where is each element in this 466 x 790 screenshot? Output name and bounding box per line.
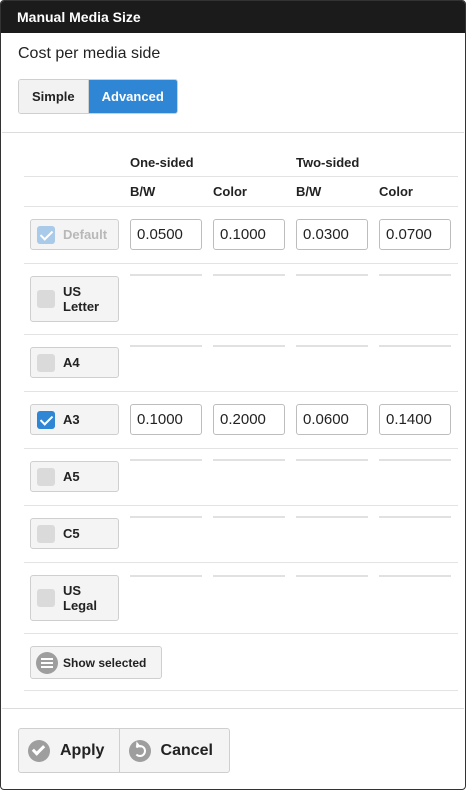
empty-cost-field — [130, 459, 202, 461]
empty-cost-field — [379, 274, 451, 276]
cost-table: One-sided Two-sided B/W Color B/W Color … — [2, 133, 464, 708]
checkbox-icon — [37, 524, 55, 543]
empty-cost-field — [213, 575, 285, 577]
default-two-sided-color-input[interactable] — [379, 219, 451, 250]
media-toggle-a5[interactable]: A5 — [30, 461, 119, 492]
cancel-label: Cancel — [160, 741, 213, 759]
empty-cost-field — [296, 345, 368, 347]
checkbox-icon — [37, 467, 55, 486]
advanced-mode-button[interactable]: Advanced — [88, 80, 177, 113]
mode-toggle: Simple Advanced — [18, 79, 178, 114]
media-label: Default — [63, 227, 108, 242]
checkbox-icon — [37, 353, 55, 372]
media-label: US Legal — [63, 583, 97, 613]
row-divider — [24, 562, 458, 563]
empty-cost-field — [213, 459, 285, 461]
checkbox-checked-icon — [37, 225, 55, 244]
row-divider — [24, 391, 458, 392]
simple-mode-button[interactable]: Simple — [19, 80, 89, 113]
media-label: C5 — [63, 526, 80, 541]
check-circle-icon — [28, 739, 50, 762]
empty-cost-field — [296, 575, 368, 577]
media-label: A3 — [63, 412, 80, 427]
show-selected-label: Show selected — [63, 655, 147, 670]
empty-cost-field — [213, 274, 285, 276]
dialog-actions: Apply Cancel — [18, 728, 230, 773]
empty-cost-field — [379, 345, 451, 347]
checkbox-icon — [37, 290, 55, 308]
header-one-sided-bw: B/W — [130, 184, 156, 199]
header-one-sided: One-sided — [130, 155, 194, 170]
default-two-sided-bw-input[interactable] — [296, 219, 368, 250]
apply-label: Apply — [60, 741, 105, 759]
row-divider — [24, 690, 458, 691]
row-divider — [24, 334, 458, 335]
a3-one-sided-color-input[interactable] — [213, 404, 285, 435]
dialog-title: Manual Media Size — [1, 1, 465, 33]
empty-cost-field — [130, 516, 202, 518]
empty-cost-field — [379, 575, 451, 577]
empty-cost-field — [213, 345, 285, 347]
row-divider — [24, 505, 458, 506]
empty-cost-field — [130, 575, 202, 577]
a3-two-sided-bw-input[interactable] — [296, 404, 368, 435]
row-divider — [24, 176, 458, 177]
header-two-sided: Two-sided — [296, 155, 360, 170]
manual-media-size-dialog: Manual Media Size Cost per media side Si… — [0, 0, 466, 790]
row-divider — [24, 206, 458, 207]
media-label: A4 — [63, 355, 80, 370]
empty-cost-field — [296, 459, 368, 461]
media-toggle-default: Default — [30, 219, 119, 250]
divider — [2, 708, 464, 709]
empty-cost-field — [296, 516, 368, 518]
list-icon — [36, 651, 58, 674]
row-divider — [24, 448, 458, 449]
header-two-sided-color: Color — [379, 184, 413, 199]
a3-two-sided-color-input[interactable] — [379, 404, 451, 435]
empty-cost-field — [379, 459, 451, 461]
media-toggle-a4[interactable]: A4 — [30, 347, 119, 378]
checkbox-icon — [37, 589, 55, 607]
media-toggle-a3[interactable]: A3 — [30, 404, 119, 435]
row-divider — [24, 633, 458, 634]
header-one-sided-color: Color — [213, 184, 247, 199]
media-toggle-c5[interactable]: C5 — [30, 518, 119, 549]
media-toggle-us-letter[interactable]: US Letter — [30, 276, 119, 322]
checkbox-checked-icon — [37, 410, 55, 429]
header-two-sided-bw: B/W — [296, 184, 322, 199]
a3-one-sided-bw-input[interactable] — [130, 404, 202, 435]
default-one-sided-color-input[interactable] — [213, 219, 285, 250]
empty-cost-field — [296, 274, 368, 276]
section-subtitle: Cost per media side — [18, 45, 161, 62]
empty-cost-field — [379, 516, 451, 518]
empty-cost-field — [130, 274, 202, 276]
show-selected-button[interactable]: Show selected — [30, 646, 162, 679]
undo-icon — [128, 739, 151, 762]
default-one-sided-bw-input[interactable] — [130, 219, 202, 250]
media-label: US Letter — [63, 284, 100, 314]
empty-cost-field — [213, 516, 285, 518]
media-toggle-us-legal[interactable]: US Legal — [30, 575, 119, 621]
apply-button[interactable]: Apply — [19, 729, 120, 772]
empty-cost-field — [130, 345, 202, 347]
cancel-button[interactable]: Cancel — [120, 729, 229, 772]
row-divider — [24, 263, 458, 264]
media-label: A5 — [63, 469, 80, 484]
